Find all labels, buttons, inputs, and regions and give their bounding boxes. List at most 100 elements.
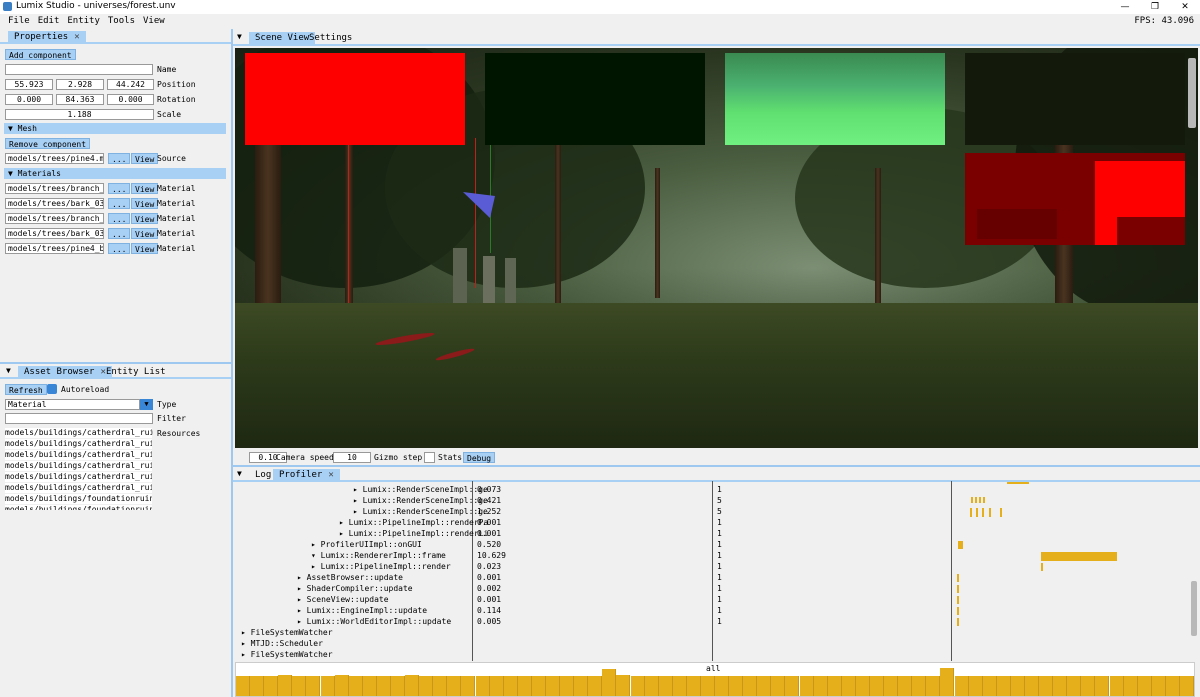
material-view-button[interactable]: View (131, 198, 159, 209)
thread-row[interactable]: ▸ FileSystemWatcher (241, 649, 333, 660)
chevron-down-icon[interactable]: ▼ (140, 399, 153, 410)
gizmo-triangle[interactable] (460, 188, 500, 220)
material-view-button[interactable]: View (131, 243, 159, 254)
profiler-row-time: 10.629 (477, 551, 506, 560)
add-component-button[interactable]: Add component (5, 49, 76, 60)
profiler-row-name[interactable]: ▸ Lumix::RenderSceneImpl::ge (353, 506, 488, 517)
close-icon[interactable]: ✕ (328, 470, 333, 480)
position-y-field[interactable]: 2.928 (56, 79, 104, 90)
position-z-field[interactable]: 44.242 (107, 79, 154, 90)
material-view-button[interactable]: View (131, 228, 159, 239)
thread-row[interactable]: ▸ FileSystemWatcher (241, 627, 333, 638)
material-field[interactable]: models/trees/branch_pi (5, 213, 104, 224)
frame-history[interactable]: all (235, 662, 1195, 697)
render-target-preview (485, 53, 705, 145)
profiler-row-hits: 1 (717, 529, 722, 538)
close-icon[interactable]: ✕ (74, 32, 79, 42)
timeline-bar (957, 618, 959, 626)
scale-field[interactable]: 1.188 (5, 109, 154, 120)
autoreload-checkbox[interactable] (47, 384, 57, 394)
frame-bar (278, 675, 293, 696)
stats-checkbox[interactable] (424, 452, 435, 463)
profiler-row-name[interactable]: ▸ Lumix::EngineImpl::update (297, 605, 427, 616)
material-browse-button[interactable]: ... (108, 213, 131, 224)
restore-button[interactable]: ❐ (1140, 0, 1170, 14)
list-item[interactable]: models/buildings/catherdral_ruir (5, 450, 152, 460)
list-item[interactable]: models/buildings/catherdral_ruir (5, 483, 152, 493)
material-browse-button[interactable]: ... (108, 183, 131, 194)
remove-component-button[interactable]: Remove component (5, 138, 91, 149)
profiler-row-hits: 1 (717, 595, 722, 604)
list-item[interactable]: models/buildings/catherdral_ruir (5, 461, 152, 471)
frame-bar (715, 676, 730, 696)
frame-bar (616, 675, 631, 696)
material-browse-button[interactable]: ... (108, 243, 131, 254)
profiler-row-name[interactable]: ▾ Lumix::RendererImpl::frame (311, 550, 446, 561)
list-item[interactable]: models/buildings/foundationruin_ (5, 494, 152, 504)
thread-row[interactable]: ▸ MTJD::Scheduler (241, 638, 323, 649)
rotation-x-field[interactable]: 0.000 (5, 94, 53, 105)
profiler-row-name[interactable]: ▸ ShaderCompiler::update (297, 583, 413, 594)
profiler-row-time: 0.001 (477, 595, 502, 604)
profiler-row-name[interactable]: ▸ ProfilerUIImpl::onGUI (311, 539, 422, 550)
material-browse-button[interactable]: ... (108, 198, 131, 209)
profiler-row-name[interactable]: ▸ Lumix::PipelineImpl::render (311, 561, 451, 572)
properties-tabbar: Properties ✕ (0, 29, 231, 44)
position-x-field[interactable]: 55.923 (5, 79, 53, 90)
minimize-button[interactable]: — (1110, 0, 1140, 14)
list-item[interactable]: models/buildings/catherdral_ruir (5, 439, 152, 449)
material-field[interactable]: models/trees/branch_pi (5, 183, 104, 194)
material-field[interactable]: models/trees/pine4_bil (5, 243, 104, 254)
profiler-row-name[interactable]: ▸ Lumix::PipelineImpl::renderLi (339, 528, 488, 539)
frame-bar (672, 676, 687, 696)
list-item[interactable]: models/buildings/foundationruin_ (5, 505, 152, 510)
rotation-y-field[interactable]: 84.363 (56, 94, 104, 105)
timeline-bar (970, 508, 972, 517)
menu-view[interactable]: View (139, 14, 169, 28)
row-label: Lumix::RendererImpl::frame (320, 551, 446, 560)
tree-trunk (655, 168, 660, 298)
rotation-z-field[interactable]: 0.000 (107, 94, 154, 105)
tree-trunk (345, 128, 353, 328)
source-browse-button[interactable]: ... (108, 153, 131, 164)
profiler-scrollbar[interactable] (1191, 581, 1197, 636)
menu-edit[interactable]: Edit (34, 14, 64, 28)
panel-menu-icon[interactable]: ▼ (237, 32, 242, 41)
filter-input[interactable] (5, 413, 153, 424)
profiler-row-name[interactable]: ▸ SceneView::update (297, 594, 389, 605)
viewport-scrollbar[interactable] (1188, 58, 1196, 128)
profiler-row-name[interactable]: ▸ Lumix::WorldEditorImpl::update (297, 616, 451, 627)
material-label: Material (157, 214, 196, 223)
scene-viewport[interactable] (235, 48, 1198, 448)
material-view-button[interactable]: View (131, 213, 159, 224)
close-button[interactable]: ✕ (1170, 0, 1200, 14)
menu-entity[interactable]: Entity (63, 14, 104, 28)
refresh-button[interactable]: Refresh (5, 384, 47, 395)
profiler-row-name[interactable]: ▸ Lumix::PipelineImpl::renderPa (339, 517, 488, 528)
type-select[interactable]: Material (5, 399, 140, 410)
menu-file[interactable]: File (4, 14, 34, 28)
name-field[interactable] (5, 64, 153, 75)
frame-bar (574, 676, 589, 696)
profiler-row-name[interactable]: ▸ Lumix::RenderSceneImpl::ge (353, 484, 488, 495)
window-title: Lumix Studio - universes/forest.unv (16, 1, 176, 11)
source-view-button[interactable]: View (131, 153, 159, 164)
panel-menu-icon[interactable]: ▼ (237, 469, 242, 478)
profiler-row-name[interactable]: ▸ Lumix::RenderSceneImpl::ge (353, 495, 488, 506)
material-field[interactable]: models/trees/bark_03.m (5, 198, 104, 209)
materials-section-header[interactable]: ▼ Materials (4, 168, 226, 179)
menu-tools[interactable]: Tools (104, 14, 139, 28)
material-label: Material (157, 244, 196, 253)
material-view-button[interactable]: View (131, 183, 159, 194)
mesh-section-header[interactable]: ▼ Mesh (4, 123, 226, 134)
gizmo-step-input[interactable]: 10 (333, 452, 371, 463)
material-field[interactable]: models/trees/bark_03.m (5, 228, 104, 239)
list-item[interactable]: models/buildings/catherdral_ruir (5, 428, 152, 438)
debug-button[interactable]: Debug (463, 452, 496, 463)
source-field[interactable]: models/trees/pine4.msh (5, 153, 104, 164)
list-item[interactable]: models/buildings/catherdral_ruir (5, 472, 152, 482)
panel-menu-icon[interactable]: ▼ (6, 366, 11, 375)
material-browse-button[interactable]: ... (108, 228, 131, 239)
profiler-row-name[interactable]: ▸ AssetBrowser::update (297, 572, 403, 583)
tab-settings[interactable]: Settings (303, 32, 358, 44)
